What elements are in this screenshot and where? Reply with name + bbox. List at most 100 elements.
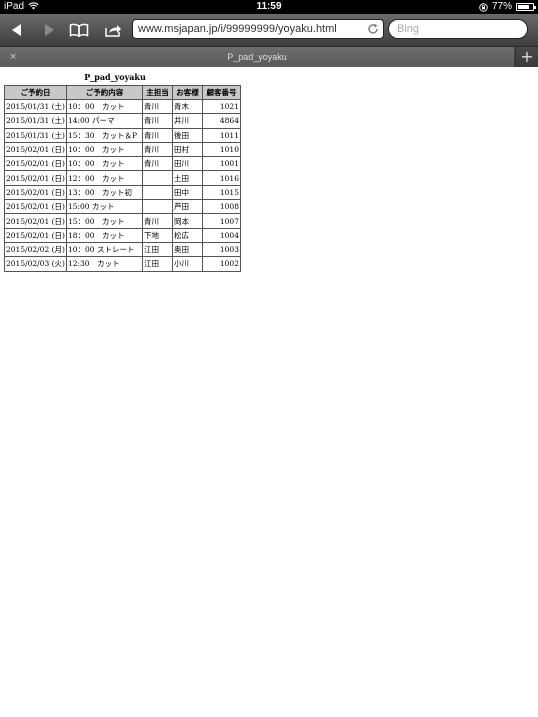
cell-date: 2015/02/01 (日) [4, 199, 67, 215]
cell-customer: 井川 [171, 113, 203, 129]
cell-staff: 江田 [141, 241, 173, 258]
cell-customer: 田村 [171, 141, 203, 158]
table-row: 2015/01/31 (土) 14:00 パーマ 青川 井川 4864 [4, 113, 241, 129]
status-bar: iPad 11:59 77% [0, 0, 538, 14]
table-row: 2015/02/03 (火) 12:30 カット 江田 小川 1002 [4, 256, 241, 272]
table-header-row: ご予約日 ご予約内容 主担当 お客様 顧客番号 [4, 85, 241, 100]
cell-customer: 青木 [171, 98, 203, 115]
cell-number: 1003 [201, 241, 241, 258]
cell-staff: 下地 [141, 227, 173, 243]
cell-customer: 岡本 [171, 213, 203, 229]
cell-detail: 15:00 カット [65, 199, 143, 215]
cell-customer: 芦田 [171, 199, 203, 215]
cell-detail: 10：00 カット [65, 141, 143, 158]
cell-detail: 18：00 カット [65, 227, 143, 243]
page-title: P_pad_yoyaku [84, 72, 146, 82]
new-tab-button[interactable]: + [515, 47, 538, 67]
cell-staff: 青川 [141, 156, 173, 172]
search-placeholder: Bing [397, 23, 420, 35]
col-header-detail: ご予約内容 [65, 85, 143, 100]
battery-percent: 77% [491, 1, 512, 12]
cell-number: 1004 [201, 227, 241, 243]
col-header-number: 顧客番号 [201, 85, 241, 100]
bookmarks-book-icon [69, 23, 89, 37]
cell-number: 1011 [201, 127, 241, 143]
col-header-staff: 主担当 [141, 85, 173, 100]
cell-date: 2015/02/01 (日) [4, 227, 67, 243]
browser-toolbar: www.msjapan.jp/i/99999999/yoyaku.html Bi… [0, 14, 538, 47]
cell-detail: 12：00 カット [65, 170, 143, 186]
cell-detail: 13：00 カット初 [65, 184, 143, 201]
table-row: 2015/02/02 (月) 10：00 ストレート 江田 奥田 1003 [4, 241, 241, 258]
share-button[interactable] [100, 18, 126, 42]
cell-date: 2015/02/01 (日) [4, 156, 67, 172]
table-row: 2015/02/01 (日) 10：00 カット 青川 田村 1010 [4, 141, 241, 158]
page-content: P_pad_yoyaku ご予約日 ご予約内容 主担当 お客様 顧客番号 201… [4, 72, 241, 272]
cell-date: 2015/02/01 (日) [4, 213, 67, 229]
table-row: 2015/02/01 (日) 15：00 カット 青川 岡本 1007 [4, 213, 241, 229]
reservation-table: ご予約日 ご予約内容 主担当 お客様 顧客番号 2015/01/31 (土) 1… [4, 85, 241, 272]
cell-date: 2015/02/01 (日) [4, 141, 67, 158]
cell-date: 2015/01/31 (土) [4, 127, 67, 143]
cell-detail: 10：00 カット [65, 98, 143, 115]
cell-staff: 青川 [141, 141, 173, 158]
tab-active[interactable]: × P_pad_yoyaku [0, 47, 514, 67]
table-row: 2015/02/01 (日) 18：00 カット 下地 松広 1004 [4, 227, 241, 243]
cell-staff: 青川 [141, 213, 173, 229]
cell-customer: 後田 [171, 127, 203, 143]
cell-detail: 14:00 パーマ [65, 113, 143, 129]
address-bar[interactable]: www.msjapan.jp/i/99999999/yoyaku.html [132, 19, 384, 39]
cell-staff [141, 170, 173, 186]
table-row: 2015/01/31 (土) 15：30 カット＆P 青川 後田 1011 [4, 127, 241, 143]
bookmarks-button[interactable] [66, 18, 92, 42]
cell-number: 1007 [201, 213, 241, 229]
cell-number: 1001 [201, 156, 241, 172]
back-button[interactable] [4, 18, 30, 42]
status-right: 77% [479, 0, 536, 14]
cell-customer: 田川 [171, 156, 203, 172]
cell-date: 2015/01/31 (土) [4, 113, 67, 129]
cell-staff: 青川 [141, 98, 173, 115]
share-icon [105, 25, 121, 37]
cell-customer: 奥田 [171, 241, 203, 258]
cell-number: 4864 [201, 113, 241, 129]
forward-button[interactable] [36, 18, 62, 42]
forward-arrow-icon [45, 24, 54, 36]
cell-number: 1010 [201, 141, 241, 158]
cell-detail: 10：00 カット [65, 156, 143, 172]
rotation-lock-icon [479, 2, 488, 12]
cell-date: 2015/02/02 (月) [4, 241, 67, 258]
cell-staff: 江田 [141, 256, 173, 272]
cell-date: 2015/02/01 (日) [4, 184, 67, 201]
back-arrow-icon [12, 24, 21, 36]
col-header-customer: お客様 [171, 85, 203, 100]
cell-staff: 青川 [141, 127, 173, 143]
cell-customer: 小川 [171, 256, 203, 272]
cell-number: 1008 [201, 199, 241, 215]
cell-detail: 10：00 ストレート [65, 241, 143, 258]
reload-icon[interactable] [367, 23, 379, 35]
cell-number: 1002 [201, 256, 241, 272]
clock: 11:59 [256, 1, 282, 12]
col-header-date: ご予約日 [4, 85, 67, 100]
cell-date: 2015/02/01 (日) [4, 170, 67, 186]
cell-customer: 松広 [171, 227, 203, 243]
table-row: 2015/02/01 (日) 15:00 カット 芦田 1008 [4, 199, 241, 215]
cell-number: 1021 [201, 98, 241, 115]
cell-staff: 青川 [141, 113, 173, 129]
tab-close-icon[interactable]: × [10, 47, 16, 67]
table-row: 2015/01/31 (土) 10：00 カット 青川 青木 1021 [4, 98, 241, 115]
cell-detail: 12:30 カット [65, 256, 143, 272]
cell-number: 1015 [201, 184, 241, 201]
cell-number: 1016 [201, 170, 241, 186]
battery-icon [516, 3, 536, 11]
search-field[interactable]: Bing [388, 19, 528, 39]
cell-detail: 15：00 カット [65, 213, 143, 229]
cell-customer: 田中 [171, 184, 203, 201]
cell-detail: 15：30 カット＆P [65, 127, 143, 143]
cell-date: 2015/01/31 (土) [4, 98, 67, 115]
cell-customer: 土田 [171, 170, 203, 186]
cell-staff [141, 184, 173, 201]
tab-bar: × P_pad_yoyaku + [0, 47, 538, 67]
address-url: www.msjapan.jp/i/99999999/yoyaku.html [138, 23, 337, 35]
